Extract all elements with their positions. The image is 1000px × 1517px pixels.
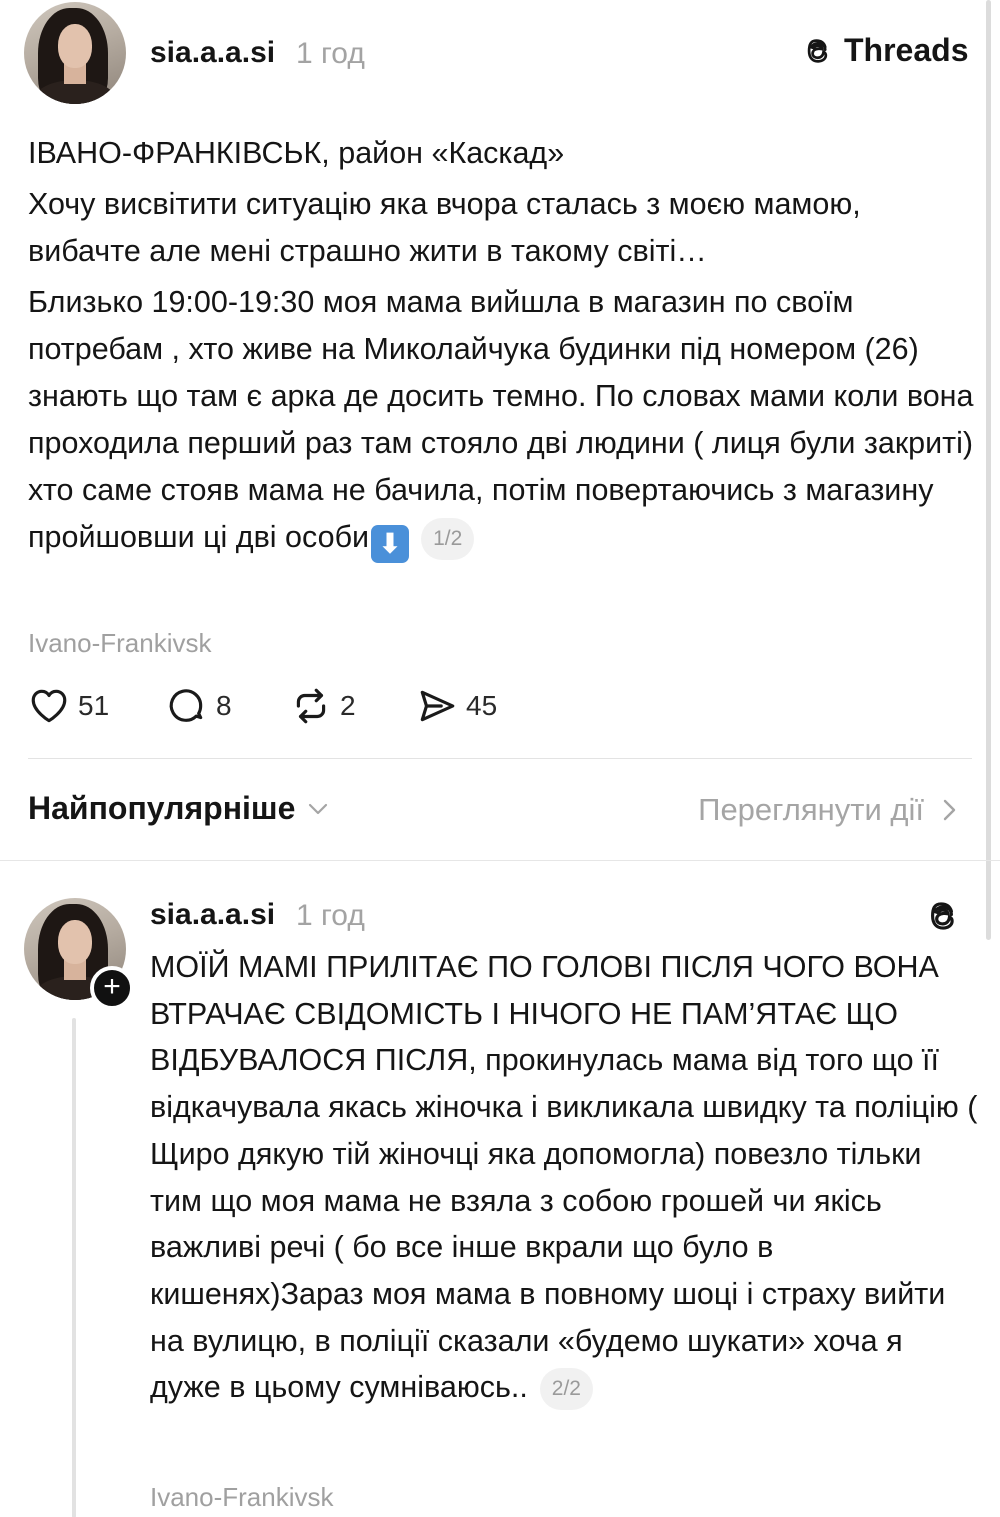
action-bar: 51 8 2 45: [28, 684, 497, 728]
section-divider: [0, 860, 1000, 861]
heart-icon: [31, 689, 67, 723]
page-counter: 2/2: [539, 1368, 593, 1411]
like-count: 51: [78, 690, 110, 721]
post-paragraph: ІВАНО-ФРАНКІВСЬК, район «Каскад»: [28, 136, 565, 170]
like-button[interactable]: 51: [28, 685, 166, 727]
sort-label: Найпопулярніше: [28, 790, 296, 826]
reply-time: 1 год: [296, 899, 365, 932]
threads-screenshot: sia.a.a.si 1 год Threads ІВАНО-ФРАНКІВСЬ…: [0, 0, 1000, 1517]
reply-username[interactable]: sia.a.a.si: [150, 898, 275, 932]
threads-brand-label: Threads: [844, 32, 969, 68]
threads-logo-icon[interactable]: [922, 895, 964, 937]
reply-location[interactable]: Ivano-Frankivsk: [150, 1482, 334, 1513]
page-counter: 1/2: [421, 518, 475, 560]
send-icon: [420, 690, 455, 722]
repost-button[interactable]: 2: [290, 685, 416, 727]
divider: [28, 758, 972, 759]
post-username[interactable]: sia.a.a.si: [150, 36, 275, 70]
post-time: 1 год: [296, 37, 365, 70]
view-activity-link[interactable]: Переглянути дії: [698, 792, 960, 828]
down-arrow-icon: ⬇: [371, 525, 410, 563]
threads-logo-icon: [807, 38, 828, 63]
avatar[interactable]: [24, 2, 126, 104]
repost-count: 2: [340, 690, 356, 721]
comment-count: 8: [216, 690, 232, 721]
post-body: ІВАНО-ФРАНКІВСЬК, район «Каскад» Хочу ви…: [28, 130, 978, 567]
reply-body: МОЇЙ МАМІ ПРИЛІТАЄ ПО ГОЛОВІ ПІСЛЯ ЧОГО …: [150, 944, 980, 1411]
scrollbar[interactable]: [986, 0, 991, 940]
chevron-down-icon: [309, 803, 328, 814]
chevron-right-icon: [943, 799, 956, 821]
thread-line: [72, 1018, 76, 1517]
comment-icon: [169, 689, 203, 722]
repost-icon: [296, 688, 326, 724]
view-activity-label: Переглянути дії: [698, 792, 924, 827]
follow-plus-icon[interactable]: +: [90, 966, 134, 1010]
sort-dropdown[interactable]: Найпопулярніше: [28, 790, 331, 827]
reply-text: МОЇЙ МАМІ ПРИЛІТАЄ ПО ГОЛОВІ ПІСЛЯ ЧОГО …: [150, 950, 978, 1405]
comment-button[interactable]: 8: [166, 685, 290, 727]
post-paragraph-text: Близько 19:00-19:30 моя мама вийшла в ма…: [28, 285, 974, 554]
share-count: 45: [466, 690, 498, 721]
share-button[interactable]: 45: [416, 685, 497, 727]
post-paragraph: Близько 19:00-19:30 моя мама вийшла в ма…: [28, 279, 978, 563]
post-location[interactable]: Ivano-Frankivsk: [28, 628, 212, 659]
post-paragraph: Хочу висвітити ситуацію яка вчора сталас…: [28, 187, 861, 268]
threads-brand[interactable]: Threads: [800, 32, 968, 69]
